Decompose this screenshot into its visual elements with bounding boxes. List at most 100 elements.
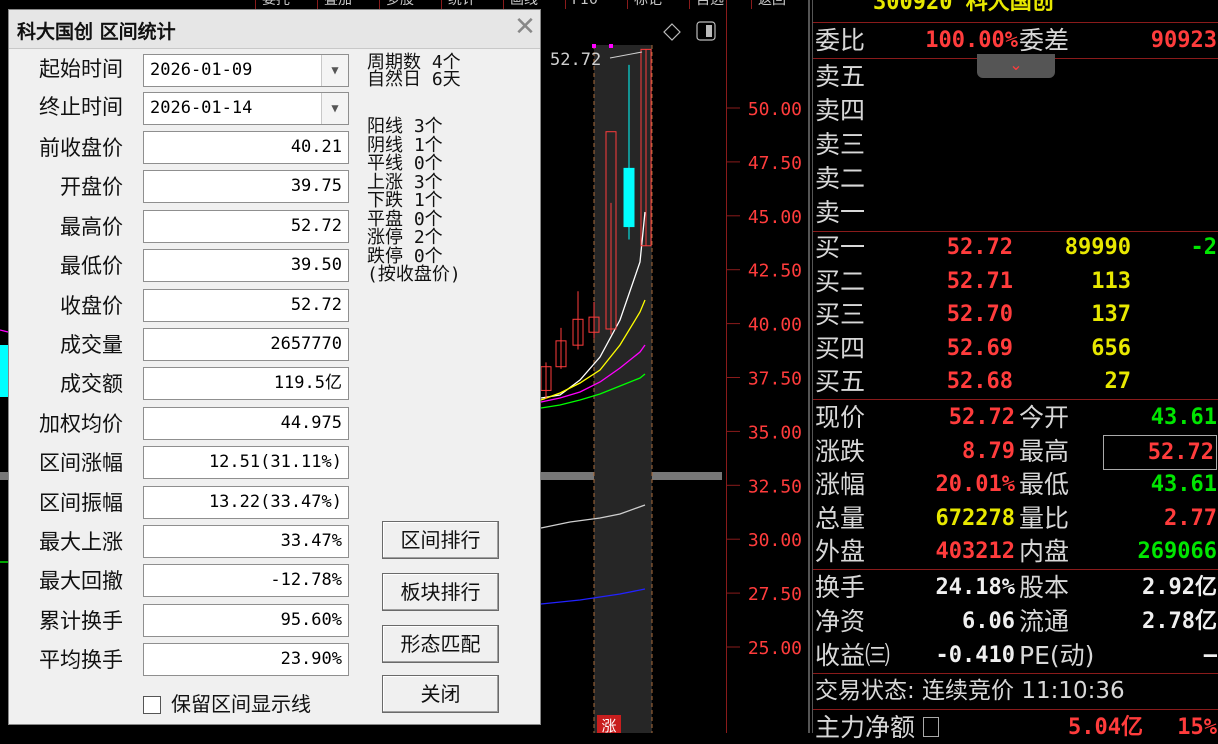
ask-label: 卖二 (815, 164, 866, 193)
stat-value: 52.72 (948, 405, 1015, 430)
candle-body[interactable] (623, 167, 635, 228)
field-value: 40.21 (143, 131, 349, 164)
field-label: 最高价 (60, 214, 123, 239)
sector-rank-button[interactable]: 板块排行 (382, 573, 499, 611)
end-time-value: 2026-01-14 (150, 98, 253, 118)
ask-label: 卖一 (815, 198, 866, 227)
stat-label: 量比 (1019, 503, 1070, 533)
bid-volume: 137 (1091, 302, 1131, 327)
fundamental-value: 2.92亿 (1142, 575, 1217, 600)
ask-row[interactable]: 卖二 (813, 162, 1218, 195)
close-button[interactable]: 关闭 (382, 675, 499, 713)
bid-label: 买五 (815, 367, 866, 396)
field-label: 开盘价 (60, 175, 123, 200)
bid-row[interactable]: 买五 52.68 27 (813, 365, 1218, 398)
chevron-down-icon[interactable]: ▼ (321, 55, 348, 86)
close-icon[interactable]: ✕ (513, 14, 537, 40)
fundamental-label: 换手 (815, 573, 866, 602)
top-tab[interactable]: 自选 (689, 0, 751, 9)
panel-divider (808, 0, 810, 733)
stat-row: 外盘 403212 内盘 269066 (813, 535, 1218, 568)
list-icon[interactable] (923, 717, 939, 737)
price-tick-label: 42.50 (748, 261, 802, 282)
bid-row[interactable]: 买一 52.72 89990 -2 (813, 231, 1218, 264)
fundamental-row: 净资 6.06 流通 2.78亿 (813, 605, 1218, 638)
chevron-down-icon[interactable]: ▼ (321, 93, 348, 124)
price-tick-label: 35.00 (748, 422, 802, 443)
field-label: 平均换手 (39, 648, 123, 673)
candle-stat: 阴线 1个 (367, 134, 443, 156)
top-tab[interactable]: 返回 (751, 0, 813, 9)
trade-status: 交易状态: 连续竞价 11:10:36 (815, 678, 1125, 704)
ask-row[interactable]: 卖三 (813, 128, 1218, 161)
fundamental-label: 净资 (815, 607, 866, 636)
field-value: -12.78% (143, 564, 349, 598)
stat-value: 8.79 (962, 438, 1015, 464)
field-label: 前收盘价 (39, 136, 123, 160)
period-stat: 自然日 6天 (367, 69, 461, 90)
panel-toggle-icon-fill (706, 25, 712, 37)
price-tick-label: 32.50 (748, 476, 802, 497)
top-tab[interactable]: F10 (565, 0, 627, 9)
start-time-value: 2026-01-09 (150, 60, 253, 80)
top-tab[interactable]: 统计 (441, 0, 503, 9)
end-time-select[interactable]: 2026-01-14 ▼ (143, 92, 349, 125)
stock-header: 300920 科大国创 (813, 0, 1218, 19)
stat-label: 外盘 (815, 537, 866, 566)
main-net-label: 主力净额 (815, 713, 916, 742)
fundamental-label: PE(动) (1019, 641, 1095, 670)
top-tab[interactable]: 标记 (627, 0, 689, 9)
candle-stat: 上涨 3个 (367, 171, 443, 193)
field-value: 13.22(33.47%) (143, 485, 349, 519)
stat-row: 总量 672278 量比 2.77 (813, 502, 1218, 535)
diamond-icon[interactable] (663, 23, 681, 41)
event-marker[interactable] (609, 44, 613, 48)
interval-rank-button[interactable]: 区间排行 (382, 521, 499, 559)
bid-price: 52.69 (946, 335, 1013, 361)
event-marker[interactable] (592, 44, 596, 48)
fundamental-value: 6.06 (962, 609, 1015, 634)
bid-label: 买一 (815, 233, 866, 262)
stat-value: 43.61 (1150, 405, 1217, 430)
field-label: 区间振幅 (39, 490, 123, 515)
price-tick-label: 50.00 (748, 99, 802, 120)
stat-label: 总量 (815, 503, 866, 533)
bid-label: 买三 (815, 300, 866, 329)
ratio-label: 委比 (815, 26, 866, 55)
candle-body[interactable] (0, 345, 8, 397)
bid-price: 52.71 (946, 268, 1013, 294)
fundamental-value: 24.18% (935, 575, 1015, 600)
bid-label: 买二 (815, 266, 866, 296)
end-time-label: 终止时间 (39, 95, 123, 119)
candle-stat: 平线 0个 (367, 153, 443, 174)
field-value: 52.72 (143, 209, 349, 243)
quote-panel: 300920 科大国创 委比 100.00% 委差 90923 ⌄ 卖五 卖四 卖三… (812, 0, 1218, 742)
interval-band (594, 45, 652, 733)
stat-value: 20.01% (935, 472, 1015, 497)
bid-row[interactable]: 买三 52.70 137 (813, 298, 1218, 331)
field-value: 33.47% (143, 525, 349, 558)
ratio-diff-label: 委差 (1019, 26, 1070, 55)
stat-row: 涨跌 8.79 最高 52.72 (813, 434, 1218, 470)
ask-row[interactable]: 卖五 (813, 60, 1218, 93)
keep-line-checkbox[interactable] (143, 696, 161, 714)
top-tab[interactable]: 多股 (379, 0, 441, 9)
stat-value: 52.72 (1103, 434, 1217, 470)
bid-price: 52.72 (946, 235, 1013, 260)
dialog-titlebar[interactable]: 科大国创 区间统计 ✕ (9, 10, 540, 49)
top-tab[interactable]: 委托 (255, 0, 317, 9)
top-tab[interactable]: 叠加 (317, 0, 379, 9)
top-tab[interactable]: 画线 (503, 0, 565, 9)
field-label: 加权均价 (39, 411, 123, 436)
ask-row[interactable]: 卖四 (813, 94, 1218, 127)
ask-row[interactable]: 卖一 (813, 196, 1218, 229)
bid-change: -2 (1190, 235, 1218, 260)
ask-label: 卖四 (815, 96, 866, 125)
pattern-match-button[interactable]: 形态匹配 (382, 625, 499, 663)
stat-label: 涨幅 (815, 470, 866, 499)
bid-row[interactable]: 买四 52.69 656 (813, 332, 1218, 365)
field-label: 最大上涨 (39, 530, 123, 554)
start-time-select[interactable]: 2026-01-09 ▼ (143, 54, 349, 87)
field-value: 39.75 (143, 170, 349, 204)
bid-row[interactable]: 买二 52.71 113 (813, 265, 1218, 298)
